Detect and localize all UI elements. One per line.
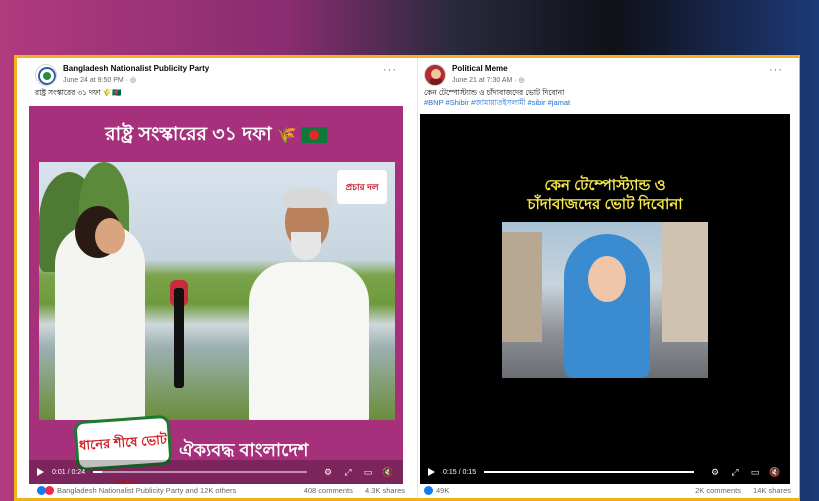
page-avatar[interactable] [424, 64, 446, 86]
comments-count[interactable]: 408 comments [304, 486, 353, 495]
wheat-icon: 🌾 [276, 126, 297, 144]
post-footer: 49K 2K comments 14K shares [424, 486, 791, 500]
reactions[interactable]: Bangladesh Nationalist Publicity Party a… [37, 486, 236, 495]
progress-bar[interactable] [484, 471, 694, 473]
video-player[interactable]: রাষ্ট্র সংস্কারের ৩১ দফা 🌾 প্রচার দল ধান… [29, 106, 403, 484]
mute-icon[interactable]: 🔇 [768, 466, 782, 478]
page-name[interactable]: Political Meme [452, 64, 508, 73]
progress-bar[interactable] [93, 471, 307, 473]
pip-icon[interactable]: ▭ [748, 466, 762, 478]
post-hashtags[interactable]: #BNP #Shibir #জামায়াতইসলামী #sibir #jam… [424, 98, 570, 110]
mute-icon[interactable]: 🔇 [381, 466, 395, 478]
comments-count[interactable]: 2K comments [695, 486, 741, 495]
video-frame-image: প্রচার দল [39, 162, 395, 420]
more-options-button[interactable]: ··· [769, 64, 783, 76]
video-banner: রাষ্ট্র সংস্কারের ৩১ দফা 🌾 [29, 120, 403, 152]
play-icon[interactable] [37, 468, 44, 476]
shares-count[interactable]: 4.3K shares [365, 486, 405, 495]
post-caption: রাষ্ট্র সংস্কারের ৩১ দফা 🌾🇧🇩 [35, 88, 122, 97]
like-icon [424, 486, 433, 495]
shares-count[interactable]: 14K shares [753, 486, 791, 495]
bangladesh-flag-icon [300, 126, 327, 143]
anchor-figure [564, 234, 650, 378]
reporter-figure [55, 206, 145, 420]
post-footer: Bangladesh Nationalist Publicity Party a… [37, 486, 405, 500]
post-date[interactable]: June 24 at 9:50 PM · ◎ [63, 76, 136, 84]
love-icon [45, 486, 54, 495]
post-political-meme: Political Meme June 21 at 7:30 AM · ◎ ··… [417, 58, 799, 498]
settings-icon[interactable]: ⚙ [708, 466, 722, 478]
expand-icon[interactable]: ⤢ [728, 466, 742, 478]
post-date[interactable]: June 21 at 7:30 AM · ◎ [452, 76, 525, 84]
screenshot-frame: Bangladesh Nationalist Publicity Party J… [14, 55, 800, 501]
post-bnp: Bangladesh Nationalist Publicity Party J… [17, 58, 413, 498]
video-time: 0:15 / 0:15 [443, 468, 477, 476]
expand-icon[interactable]: ⤢ [341, 466, 355, 478]
farmer-figure [249, 188, 369, 420]
page-avatar[interactable] [35, 64, 57, 86]
video-time: 0:01 / 0:24 [52, 468, 86, 476]
video-player[interactable]: কেন টেম্পোস্ট্যান্ড ও চাঁদাবাজদের ভোট দি… [420, 114, 790, 484]
page-name[interactable]: Bangladesh Nationalist Publicity Party [63, 64, 209, 73]
globe-icon: ◎ [518, 77, 525, 84]
play-icon[interactable] [428, 468, 435, 476]
video-controls: 0:01 / 0:24 ⚙ ⤢ ▭ 🔇 [29, 460, 403, 484]
globe-icon: ◎ [129, 77, 137, 84]
pip-icon[interactable]: ▭ [361, 466, 375, 478]
reactions[interactable]: 49K [424, 486, 449, 495]
video-controls: 0:15 / 0:15 ⚙ ⤢ ▭ 🔇 [420, 460, 790, 484]
prochar-dol-logo: প্রচার দল [337, 170, 387, 204]
video-headline: কেন টেম্পোস্ট্যান্ড ও চাঁদাবাজদের ভোট দি… [527, 177, 683, 213]
settings-icon[interactable]: ⚙ [321, 466, 335, 478]
more-options-button[interactable]: ··· [383, 64, 397, 76]
video-frame-image [502, 222, 708, 378]
